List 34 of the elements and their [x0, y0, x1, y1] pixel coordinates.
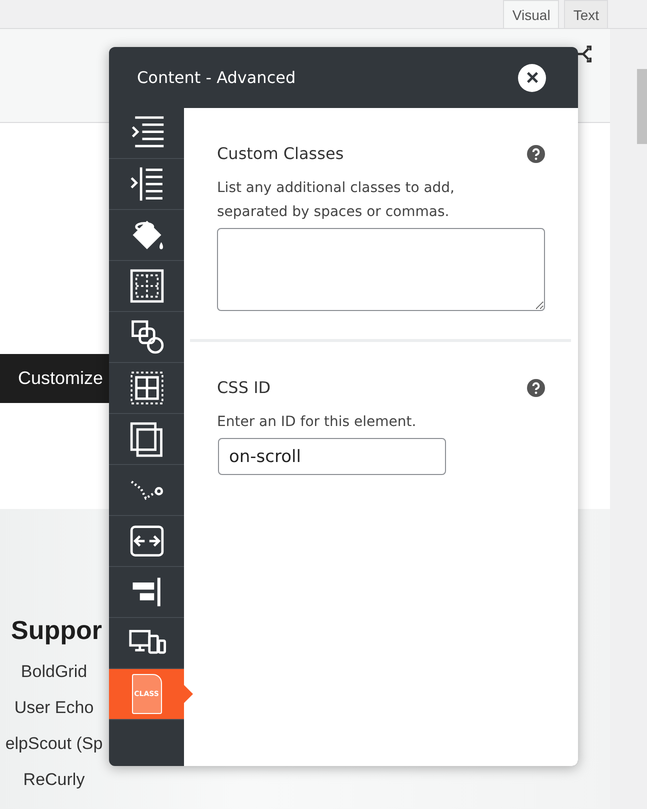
sidebar-tab[interactable]	[109, 159, 184, 210]
sidebar-tab[interactable]	[109, 210, 184, 261]
sidebar-tab[interactable]	[109, 261, 184, 312]
close-button[interactable]	[518, 64, 546, 92]
padding-grid-icon	[128, 267, 166, 305]
sidebar-tab[interactable]	[109, 516, 184, 567]
field-label: CSS ID	[217, 378, 271, 397]
input-field[interactable]	[217, 228, 545, 311]
help-icon[interactable]	[527, 144, 545, 162]
field-description: Enter an ID for this element.	[217, 413, 418, 432]
sidebar-tab[interactable]	[109, 567, 184, 618]
link[interactable]: elpScout (Sp	[5, 726, 103, 762]
margin-grid-icon	[128, 369, 166, 407]
close-icon	[526, 71, 538, 84]
sidebar-tab[interactable]	[109, 108, 184, 159]
help-icon[interactable]	[527, 378, 545, 396]
link[interactable]: ReCurly	[23, 762, 85, 798]
sidebar-tab[interactable]	[109, 312, 184, 363]
modal-title: Content - Advanced	[137, 68, 296, 87]
link[interactable]: User Echo	[14, 690, 94, 726]
input-field[interactable]: on-scroll	[218, 438, 446, 475]
sidebar-tab[interactable]	[109, 618, 184, 669]
layers-icon	[128, 420, 166, 458]
scrollbar-thumb[interactable]	[637, 69, 647, 144]
sidebar-tab[interactable]	[109, 465, 184, 516]
banner-text: Customize	[18, 368, 104, 389]
editor-tab[interactable]: Visual	[503, 0, 560, 28]
sidebar-tab[interactable]	[109, 363, 184, 414]
field-description: List any additional classes to add, separated by spaces or commas.	[217, 179, 456, 222]
editor-tab[interactable]: Text	[564, 0, 608, 28]
sidebar-tab[interactable]	[109, 414, 184, 465]
section-heading: Suppor	[10, 615, 102, 646]
link[interactable]: BoldGrid	[20, 654, 88, 690]
field-label: Custom Classes	[217, 144, 344, 163]
